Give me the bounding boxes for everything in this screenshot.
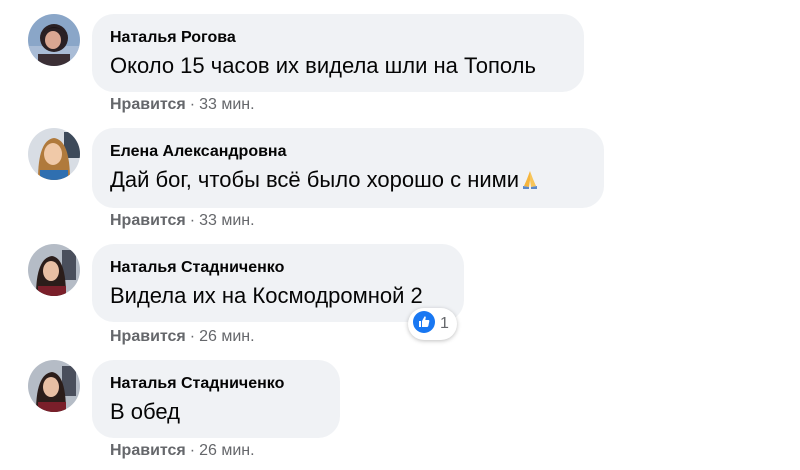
comment-author[interactable]: Наталья Стадниченко xyxy=(110,374,322,394)
comment-bubble: Наталья Стадниченко Видела их на Космодр… xyxy=(92,244,464,322)
praying-hands-icon xyxy=(519,168,541,190)
comment-text-wrap: Дай бог, чтобы всё было хорошо с ними xyxy=(110,166,586,194)
comment-meta: Нравится · 26 мин. xyxy=(110,328,255,346)
comment-text: Дай бог, чтобы всё было хорошо с ними xyxy=(110,167,520,192)
comment-time[interactable]: 33 мин. xyxy=(199,96,254,113)
avatar[interactable] xyxy=(28,360,80,412)
avatar-image-icon xyxy=(28,14,80,66)
comment-text: Около 15 часов их видела шли на Тополь xyxy=(110,53,536,78)
reaction-count: 1 xyxy=(440,315,449,332)
comment-meta: Нравится · 26 мин. xyxy=(110,442,255,460)
like-link[interactable]: Нравится xyxy=(110,212,186,229)
like-link[interactable]: Нравится xyxy=(110,328,186,345)
comment-bubble: Наталья Рогова Около 15 часов их видела … xyxy=(92,14,584,92)
meta-separator: · xyxy=(189,96,196,113)
comment-meta: Нравится · 33 мин. xyxy=(110,212,255,230)
meta-separator: · xyxy=(189,328,196,345)
meta-separator: · xyxy=(189,442,196,459)
comment-author[interactable]: Наталья Рогова xyxy=(110,28,566,48)
comment-bubble: Наталья Стадниченко В обед xyxy=(92,360,340,438)
avatar[interactable] xyxy=(28,14,80,66)
avatar[interactable] xyxy=(28,244,80,296)
avatar-image-icon xyxy=(28,244,80,296)
meta-separator: · xyxy=(189,212,196,229)
reaction-count-badge[interactable]: 1 xyxy=(408,308,457,340)
comment-meta: Нравится · 33 мин. xyxy=(110,96,255,114)
comment-time[interactable]: 33 мин. xyxy=(199,212,254,229)
comment-author[interactable]: Наталья Стадниченко xyxy=(110,258,446,278)
like-link[interactable]: Нравится xyxy=(110,96,186,113)
comment-time[interactable]: 26 мин. xyxy=(199,328,254,345)
comment-text: В обед xyxy=(110,399,180,424)
comment-author[interactable]: Елена Александровна xyxy=(110,142,586,162)
avatar-image-icon xyxy=(28,360,80,412)
avatar[interactable] xyxy=(28,128,80,180)
comment-text: Видела их на Космодромной 2 xyxy=(110,283,423,308)
avatar-image-icon xyxy=(28,128,80,180)
like-link[interactable]: Нравится xyxy=(110,442,186,459)
thumbs-up-icon xyxy=(412,310,436,339)
comment-time[interactable]: 26 мин. xyxy=(199,442,254,459)
comment-bubble: Елена Александровна Дай бог, чтобы всё б… xyxy=(92,128,604,208)
